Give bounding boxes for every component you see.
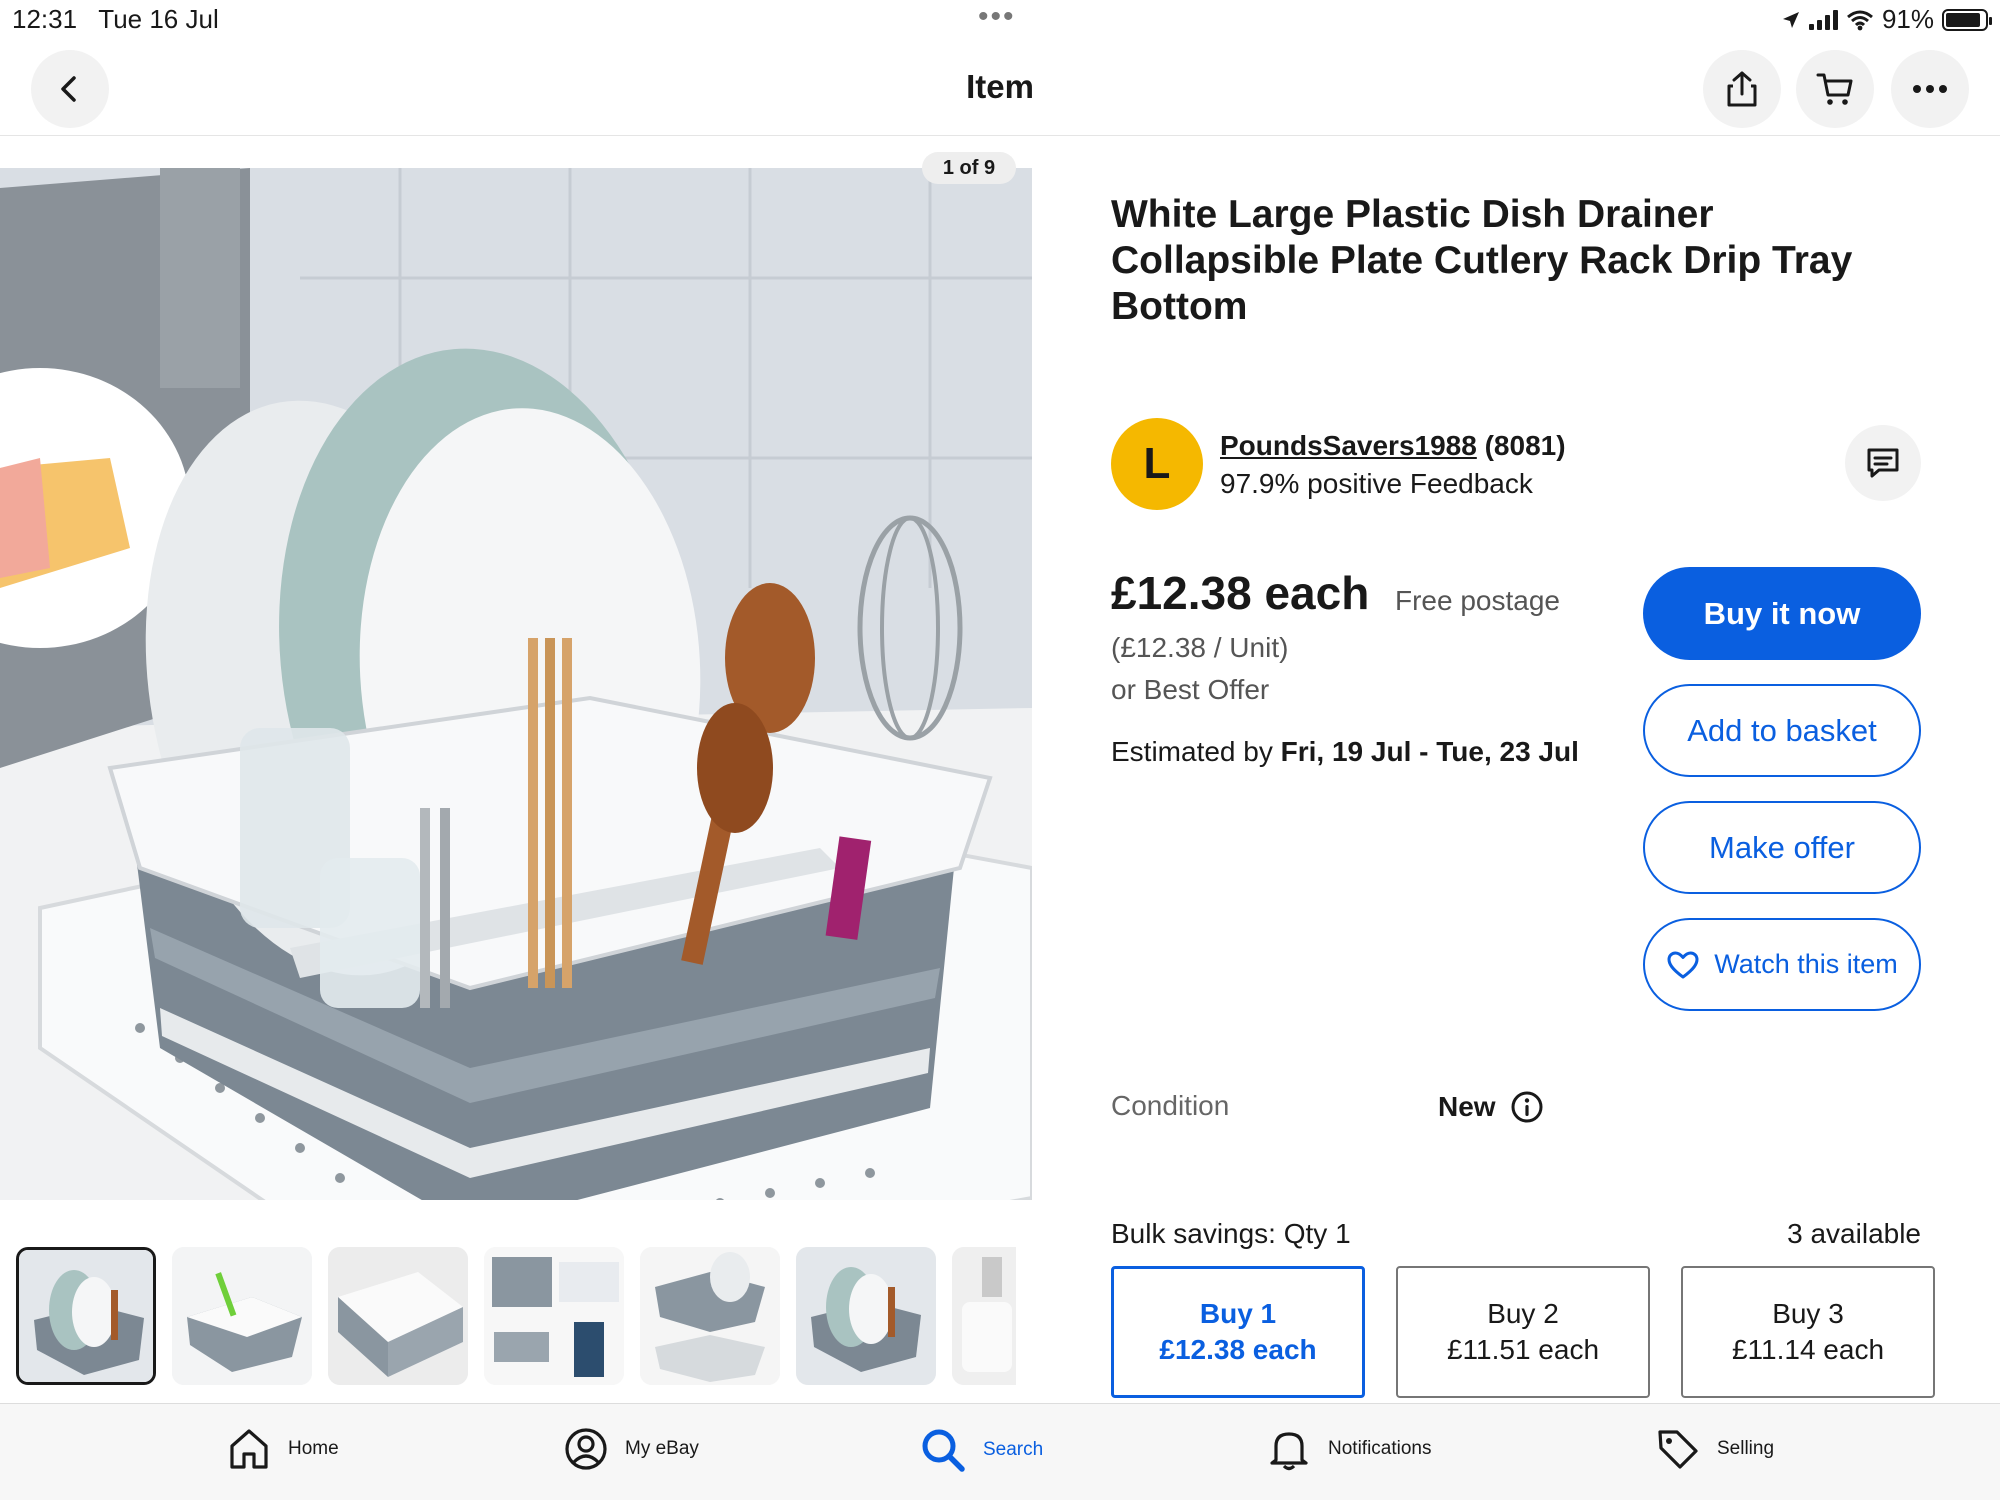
multitask-dots-icon[interactable]: ••• [978,0,1016,34]
postage-info: Free postage [1395,585,1560,616]
share-button[interactable] [1703,50,1781,128]
seller-feedback: 97.9% positive Feedback [1220,468,1533,499]
share-icon [1727,71,1757,107]
thumbnail-7[interactable] [952,1247,1016,1385]
more-options-button[interactable] [1891,50,1969,128]
buy-it-now-button[interactable]: Buy it now [1643,567,1921,660]
date: Tue 16 Jul [98,4,219,34]
cart-button[interactable] [1796,50,1874,128]
add-to-basket-label: Add to basket [1687,712,1877,748]
tab-search[interactable]: Search [919,1426,1043,1474]
tier-qty: Buy 3 [1772,1298,1844,1329]
estimate-prefix: Estimated by [1111,736,1273,767]
tab-selling[interactable]: Selling [1655,1426,1774,1472]
home-icon [230,1429,268,1469]
tab-selling-label: Selling [1717,1438,1775,1459]
tab-my-ebay-label: My eBay [625,1438,699,1459]
tab-notifications[interactable]: Notifications [1266,1426,1432,1472]
seller-score: (8081) [1484,430,1566,461]
battery-icon [1942,8,1992,31]
info-icon[interactable] [1510,1090,1544,1124]
heart-icon [1667,951,1699,978]
buy-it-now-label: Buy it now [1703,595,1861,631]
best-offer-note: or Best Offer [1111,674,1270,705]
unit-price: (£12.38 / Unit) [1111,632,1289,663]
search-icon [922,1429,965,1472]
available-count: 3 available [1787,1218,1921,1249]
location-arrow-icon [1782,11,1799,28]
message-icon [1867,448,1899,478]
tier-qty: Buy 2 [1487,1298,1559,1329]
user-circle-icon [565,1428,607,1470]
watch-item-label: Watch this item [1714,949,1898,979]
image-counter: 1 of 9 [922,152,1016,184]
thumbnail-strip [16,1247,1016,1385]
cellular-signal-icon [1808,9,1838,30]
tier-qty: Buy 1 [1199,1298,1277,1329]
bell-icon [1270,1432,1308,1471]
tag-icon [1658,1430,1698,1469]
watch-item-button[interactable]: Watch this item [1643,918,1921,1011]
status-indicators: 91% [1781,4,1992,35]
seller-name-row: PoundsSavers1988 (8081) [1220,430,1566,462]
seller-avatar[interactable]: L [1111,418,1203,510]
thumbnail-1[interactable] [16,1247,156,1385]
tier-price: £11.14 each [1731,1334,1885,1365]
item-price: £12.38 each [1111,567,1370,619]
tab-notifications-label: Notifications [1328,1438,1432,1459]
more-horizontal-icon [1913,85,1947,93]
thumbnail-6[interactable] [796,1247,936,1385]
clock: 12:31 [12,4,78,34]
tier-price: £11.51 each [1446,1334,1600,1365]
tab-home-label: Home [288,1438,339,1459]
thumbnail-2[interactable] [172,1247,312,1385]
tab-my-ebay[interactable]: My eBay [563,1426,699,1472]
seller-info: L PoundsSavers1988 (8081) 97.9% positive… [1111,418,1921,514]
bulk-tier-3[interactable]: Buy 3 £11.14 each [1681,1266,1935,1398]
thumbnail-3[interactable] [328,1247,468,1385]
bulk-savings-label: Bulk savings: Qty 1 [1111,1218,1351,1249]
add-to-basket-button[interactable]: Add to basket [1643,684,1921,777]
bottom-tab-bar: Home My eBay Search Notifications Sellin… [0,1403,2000,1500]
thumbnail-4[interactable] [484,1247,624,1385]
main-product-image[interactable] [0,168,1032,1200]
tab-search-label: Search [983,1439,1044,1460]
seller-name-link[interactable]: PoundsSavers1988 [1220,430,1477,461]
condition-value-row: New [1438,1090,1544,1124]
bulk-tier-2[interactable]: Buy 2 £11.51 each [1396,1266,1650,1398]
cart-icon [1816,73,1853,105]
product-title: White Large Plastic Dish Drainer Collaps… [1111,193,1853,328]
estimate-dates: Fri, 19 Jul - Tue, 23 Jul [1280,736,1579,767]
dish-drainer-illustration [0,168,1032,1200]
status-time: 12:31 Tue 16 Jul [12,4,219,35]
bulk-tier-1[interactable]: Buy 1 £12.38 each [1111,1266,1365,1398]
status-bar: 12:31 Tue 16 Jul ••• 91% [0,0,2000,38]
thumbnail-5[interactable] [640,1247,780,1385]
battery-percent: 91% [1881,4,1934,34]
make-offer-button[interactable]: Make offer [1643,801,1921,894]
wifi-icon [1846,10,1873,30]
tab-home[interactable]: Home [226,1426,339,1472]
delivery-estimate: Estimated by Fri, 19 Jul - Tue, 23 Jul [1111,736,1579,768]
contact-seller-button[interactable] [1845,425,1921,501]
page-title: Item [966,68,1034,105]
condition-value: New [1438,1091,1496,1122]
top-nav: Item [0,50,2000,136]
condition-label: Condition [1111,1090,1230,1121]
tier-price: £12.38 each [1159,1334,1317,1365]
make-offer-label: Make offer [1709,829,1855,865]
